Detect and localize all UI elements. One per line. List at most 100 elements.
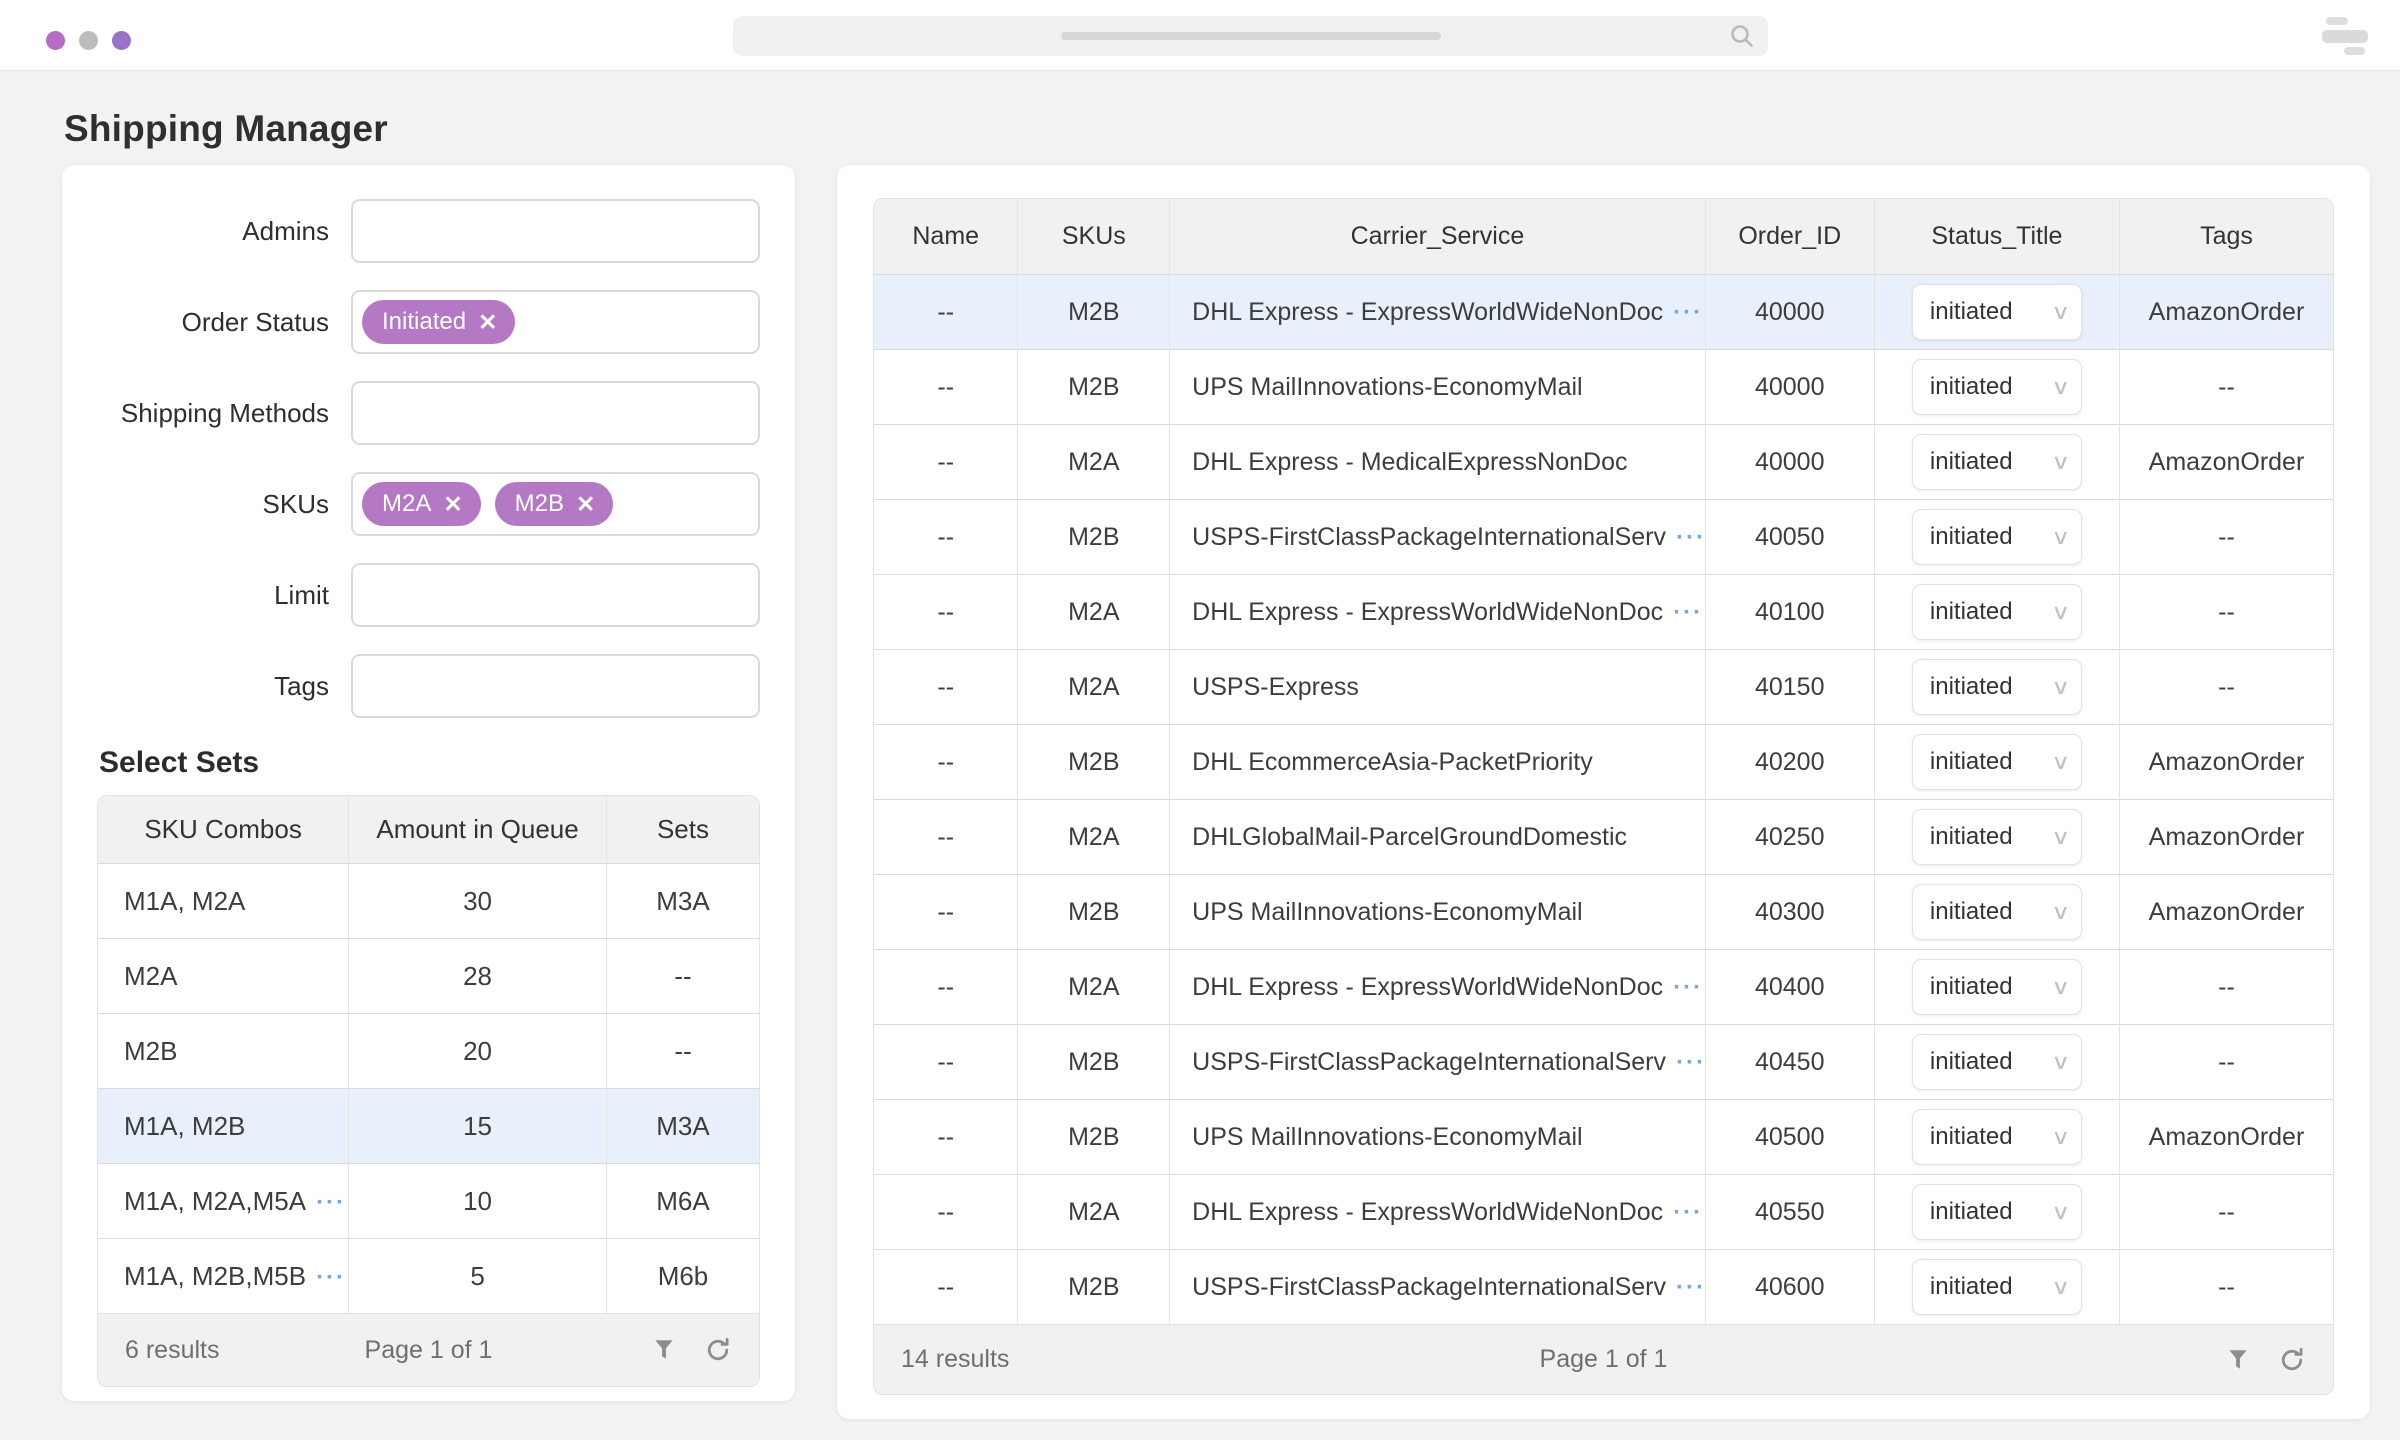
sku-combo-row[interactable]: M1A, M2B,M5B···5M6b xyxy=(98,1238,759,1313)
status-dropdown[interactable]: initiated∨ xyxy=(1912,284,2082,340)
filter-funnel-icon[interactable] xyxy=(2225,1347,2251,1373)
sku-combo-row[interactable]: M2B20-- xyxy=(98,1013,759,1088)
order-row[interactable]: --M2BUSPS-FirstClassPackageInternational… xyxy=(874,1024,2333,1099)
filter-chip[interactable]: M2A✕ xyxy=(362,482,481,526)
tags-cell: AmazonOrder xyxy=(2120,1099,2333,1174)
refresh-icon[interactable] xyxy=(704,1336,732,1364)
search-input[interactable] xyxy=(733,16,1768,56)
sku-combo-row[interactable]: M1A, M2A30M3A xyxy=(98,863,759,938)
status-dropdown[interactable]: initiated∨ xyxy=(1912,1184,2082,1240)
chip-remove-icon[interactable]: ✕ xyxy=(576,493,595,516)
status-cell: initiated∨ xyxy=(1875,1099,2120,1174)
ellipsis-icon[interactable]: ··· xyxy=(1673,299,1703,326)
set-cell: M6A xyxy=(607,1163,759,1238)
set-cell: M6b xyxy=(607,1238,759,1313)
status-value: initiated xyxy=(1930,898,2013,926)
tags-field[interactable] xyxy=(351,654,760,718)
status-dropdown[interactable]: initiated∨ xyxy=(1912,584,2082,640)
ellipsis-icon[interactable]: ··· xyxy=(1673,599,1703,626)
chevron-down-icon: ∨ xyxy=(2051,1275,2070,1300)
menu-bar-middle xyxy=(2322,30,2368,43)
refresh-icon[interactable] xyxy=(2278,1346,2306,1374)
order-row[interactable]: --M2BUPS MailInnovations-EconomyMail4050… xyxy=(874,1099,2333,1174)
menu-icon[interactable] xyxy=(2322,15,2370,55)
status-dropdown[interactable]: initiated∨ xyxy=(1912,884,2082,940)
ellipsis-icon[interactable]: ··· xyxy=(1676,1274,1706,1301)
order-row[interactable]: --M2ADHL Express - ExpressWorldWideNonDo… xyxy=(874,1174,2333,1249)
carrier-text: DHL Express - ExpressWorldWideNonDoc xyxy=(1192,598,1663,626)
sku-cell: M2A xyxy=(1018,649,1170,724)
shipping-methods-field[interactable] xyxy=(351,381,760,445)
order-row[interactable]: --M2BDHL Express - ExpressWorldWideNonDo… xyxy=(874,274,2333,349)
window-dot-2[interactable] xyxy=(79,31,98,50)
status-dropdown[interactable]: initiated∨ xyxy=(1912,434,2082,490)
status-value: initiated xyxy=(1930,523,2013,551)
status-cell: initiated∨ xyxy=(1875,799,2120,874)
status-dropdown[interactable]: initiated∨ xyxy=(1912,659,2082,715)
ellipsis-icon[interactable]: ··· xyxy=(316,1189,346,1216)
window-dot-3[interactable] xyxy=(112,31,131,50)
status-cell: initiated∨ xyxy=(1875,574,2120,649)
order-row[interactable]: --M2ADHL Express - ExpressWorldWideNonDo… xyxy=(874,949,2333,1024)
status-dropdown[interactable]: initiated∨ xyxy=(1912,509,2082,565)
status-dropdown[interactable]: initiated∨ xyxy=(1912,959,2082,1015)
chevron-down-icon: ∨ xyxy=(2051,1200,2070,1225)
filter-label-shipping-methods: Shipping Methods xyxy=(97,398,329,429)
carrier-text: DHL Express - ExpressWorldWideNonDoc xyxy=(1192,298,1663,326)
limit-field[interactable] xyxy=(351,563,760,627)
skus-field[interactable]: M2A✕ M2B✕ xyxy=(351,472,760,536)
column-header-skus: SKUs xyxy=(1018,199,1170,274)
carrier-cell: UPS MailInnovations-EconomyMail xyxy=(1170,874,1705,949)
carrier-text: USPS-FirstClassPackageInternationalServ xyxy=(1192,523,1666,551)
status-cell: initiated∨ xyxy=(1875,724,2120,799)
order-row[interactable]: --M2BDHL EcommerceAsia-PacketPriority402… xyxy=(874,724,2333,799)
chevron-down-icon: ∨ xyxy=(2051,300,2070,325)
column-header-carrier-service: Carrier_Service xyxy=(1170,199,1705,274)
order-row[interactable]: --M2AUSPS-Express40150initiated∨-- xyxy=(874,649,2333,724)
sku-cell: M2A xyxy=(1018,424,1170,499)
order-row[interactable]: --M2BUPS MailInnovations-EconomyMail4030… xyxy=(874,874,2333,949)
status-dropdown[interactable]: initiated∨ xyxy=(1912,359,2082,415)
search-icon[interactable] xyxy=(1728,22,1756,50)
order-status-field[interactable]: Initiated✕ xyxy=(351,290,760,354)
filter-funnel-icon[interactable] xyxy=(651,1337,677,1363)
combo-cell: M1A, M2A,M5A··· xyxy=(98,1163,349,1238)
order-row[interactable]: --M2BUSPS-FirstClassPackageInternational… xyxy=(874,499,2333,574)
order-row[interactable]: --M2ADHL Express - MedicalExpressNonDoc4… xyxy=(874,424,2333,499)
order-id-cell: 40150 xyxy=(1706,649,1875,724)
set-cell: -- xyxy=(607,938,759,1013)
chevron-down-icon: ∨ xyxy=(2051,750,2070,775)
status-value: initiated xyxy=(1930,448,2013,476)
window-dot-1[interactable] xyxy=(46,31,65,50)
order-row[interactable]: --M2BUSPS-FirstClassPackageInternational… xyxy=(874,1249,2333,1324)
status-value: initiated xyxy=(1930,1273,2013,1301)
order-row[interactable]: --M2ADHLGlobalMail-ParcelGroundDomestic4… xyxy=(874,799,2333,874)
sku-combo-row[interactable]: M1A, M2A,M5A···10M6A xyxy=(98,1163,759,1238)
filter-chip[interactable]: Initiated✕ xyxy=(362,300,515,344)
status-dropdown[interactable]: initiated∨ xyxy=(1912,1034,2082,1090)
ellipsis-icon[interactable]: ··· xyxy=(1676,1049,1706,1076)
ellipsis-icon[interactable]: ··· xyxy=(1673,1199,1703,1226)
filter-chip[interactable]: M2B✕ xyxy=(495,482,614,526)
status-dropdown[interactable]: initiated∨ xyxy=(1912,734,2082,790)
status-dropdown[interactable]: initiated∨ xyxy=(1912,1109,2082,1165)
ellipsis-icon[interactable]: ··· xyxy=(1673,974,1703,1001)
order-row[interactable]: --M2ADHL Express - ExpressWorldWideNonDo… xyxy=(874,574,2333,649)
sku-combo-row[interactable]: M1A, M2B15M3A xyxy=(98,1088,759,1163)
ellipsis-icon[interactable]: ··· xyxy=(1676,524,1706,551)
admins-field[interactable] xyxy=(351,199,760,263)
sku-combo-row[interactable]: M2A28-- xyxy=(98,938,759,1013)
ellipsis-icon[interactable]: ··· xyxy=(316,1264,346,1291)
order-id-cell: 40500 xyxy=(1706,1099,1875,1174)
status-dropdown[interactable]: initiated ∨ xyxy=(1912,1259,2082,1315)
select-sets-table: SKU Combos Amount in Queue Sets M1A, M2A… xyxy=(97,795,760,1387)
order-id-cell: 40400 xyxy=(1706,949,1875,1024)
chip-remove-icon[interactable]: ✕ xyxy=(478,311,497,334)
chip-remove-icon[interactable]: ✕ xyxy=(443,493,462,516)
order-row[interactable]: --M2BUPS MailInnovations-EconomyMail4000… xyxy=(874,349,2333,424)
carrier-text: UPS MailInnovations-EconomyMail xyxy=(1192,1123,1582,1151)
status-dropdown[interactable]: initiated∨ xyxy=(1912,809,2082,865)
order-id-cell: 40000 xyxy=(1706,274,1875,349)
column-header-order-id: Order_ID xyxy=(1706,199,1875,274)
order-id-cell: 40100 xyxy=(1706,574,1875,649)
